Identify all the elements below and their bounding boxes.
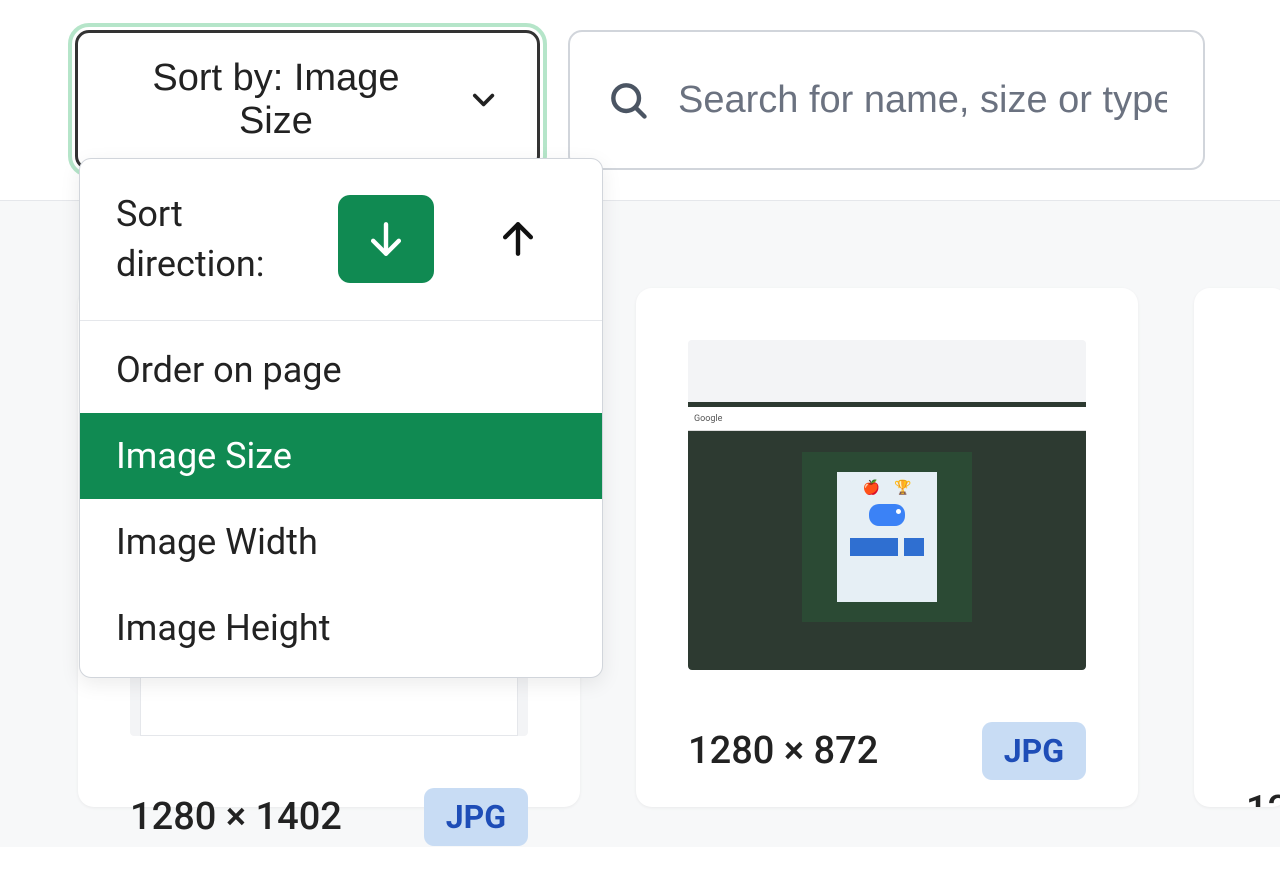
chevron-down-icon xyxy=(466,82,501,118)
thumbnail: Google 🍎🏆 xyxy=(688,340,1086,670)
dimensions-label: 1280 × 1402 xyxy=(130,795,342,839)
sort-direction-desc-button[interactable] xyxy=(338,195,434,283)
sort-direction-label: Sort direction: xyxy=(116,189,302,290)
sort-option-order-on-page[interactable]: Order on page xyxy=(80,327,602,413)
image-card[interactable]: Google 🍎🏆 1280 × 872 JPG xyxy=(636,288,1138,807)
search-icon xyxy=(606,78,650,122)
sort-by-label: Sort by: Image Size xyxy=(114,57,438,143)
sort-options: Order on page Image Size Image Width Ima… xyxy=(80,321,602,677)
dimensions-label: 1280 × 872 xyxy=(688,729,878,773)
format-badge: JPG xyxy=(982,722,1086,780)
sort-option-image-height[interactable]: Image Height xyxy=(80,585,602,671)
search-input[interactable] xyxy=(678,79,1167,122)
card-meta: 12 xyxy=(1194,788,1280,807)
dimensions-label: 12 xyxy=(1246,788,1280,807)
card-meta: 1280 × 1402 JPG xyxy=(78,788,580,884)
sort-dropdown: Sort direction: Order on page Image Size… xyxy=(79,158,603,678)
sort-option-image-size[interactable]: Image Size xyxy=(80,413,602,499)
image-card[interactable]: 12 xyxy=(1194,288,1280,807)
format-badge: JPG xyxy=(424,788,528,846)
sort-direction-row: Sort direction: xyxy=(80,159,602,321)
sort-option-image-width[interactable]: Image Width xyxy=(80,499,602,585)
card-meta: 1280 × 872 JPG xyxy=(636,722,1138,818)
thumbnail-area: Google 🍎🏆 xyxy=(636,288,1138,722)
sort-direction-asc-button[interactable] xyxy=(470,195,566,283)
search-field[interactable] xyxy=(568,30,1205,170)
sort-by-button[interactable]: Sort by: Image Size xyxy=(75,30,540,170)
thumbnail-area xyxy=(1194,288,1280,788)
arrow-up-icon xyxy=(496,213,540,265)
arrow-down-icon xyxy=(364,213,408,265)
